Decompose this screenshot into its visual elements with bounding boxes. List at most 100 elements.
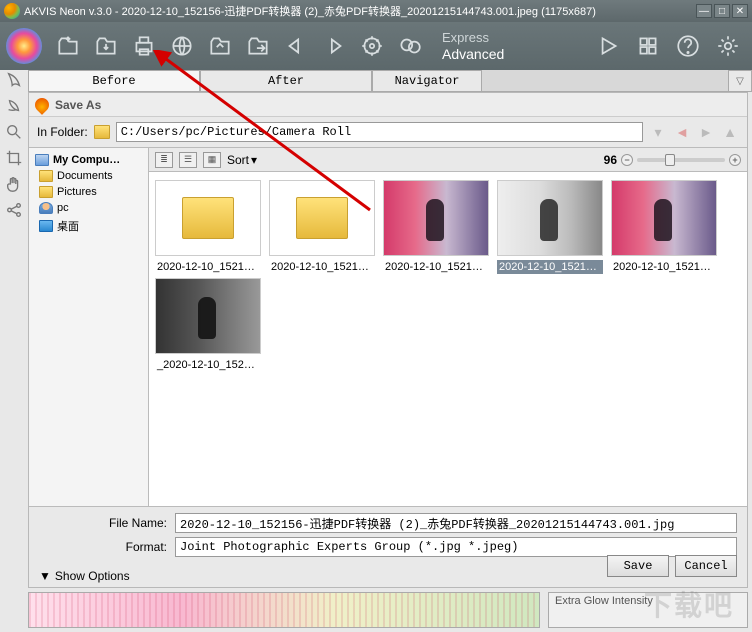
sidebar-item-user[interactable]: pc xyxy=(31,200,146,216)
nav-up-button[interactable]: ▲ xyxy=(721,123,739,141)
file-caption: 2020-12-10_15215… xyxy=(497,260,603,274)
in-folder-label: In Folder: xyxy=(37,125,88,139)
folder-dropdown-button[interactable]: ▾ xyxy=(649,123,667,141)
mode-express[interactable]: Express xyxy=(442,30,504,46)
dialog-title-bar: Save As xyxy=(29,93,747,117)
file-caption: 2020-12-10_15215… xyxy=(155,260,261,274)
files-panel: ≣ ☰ ▦ Sort▾ 96 − + 2020-12-10_15215…2020… xyxy=(149,148,747,506)
file-browser: My Compu… Documents Pictures pc 桌面 ≣ ☰ ▦… xyxy=(29,147,747,506)
view-icons-button[interactable]: ▦ xyxy=(203,152,221,168)
settings-button[interactable] xyxy=(710,28,746,64)
thumb-zoom: 96 − + xyxy=(604,153,741,167)
view-tabs: Before After Navigator ▽ xyxy=(28,70,752,92)
print-button[interactable] xyxy=(126,28,162,64)
file-thumb xyxy=(155,278,261,354)
folder-icon xyxy=(39,170,53,182)
save-button[interactable] xyxy=(88,28,124,64)
file-item[interactable]: 2020-12-10_15215… xyxy=(611,180,717,274)
footer: Extra Glow Intensity xyxy=(28,592,748,628)
nav-fwd-button[interactable]: ► xyxy=(697,123,715,141)
file-thumb xyxy=(611,180,717,256)
import-button[interactable] xyxy=(202,28,238,64)
batch-button[interactable] xyxy=(392,28,428,64)
chevron-down-icon: ▼ xyxy=(39,569,51,583)
app-logo-icon xyxy=(4,3,20,19)
user-icon xyxy=(39,202,53,214)
file-item[interactable]: 2020-12-10_15215… xyxy=(383,180,489,274)
zoom-thumb[interactable] xyxy=(665,154,675,166)
folder-row: In Folder: ▾ ◄ ► ▲ xyxy=(29,117,747,147)
save-as-dialog: Save As In Folder: ▾ ◄ ► ▲ My Compu… Doc… xyxy=(28,92,748,588)
file-caption: 2020-12-10_15215… xyxy=(269,260,375,274)
sidebar-item-documents[interactable]: Documents xyxy=(31,168,146,184)
smudge-tool-icon[interactable] xyxy=(4,96,24,116)
run-button[interactable] xyxy=(354,28,390,64)
presets-button[interactable] xyxy=(630,28,666,64)
tab-after[interactable]: After xyxy=(200,70,372,91)
pointer-tool-icon[interactable] xyxy=(4,70,24,90)
format-input[interactable] xyxy=(175,537,737,557)
sidebar-item-computer[interactable]: My Compu… xyxy=(31,152,146,168)
share-tool-icon[interactable] xyxy=(4,200,24,220)
computer-icon xyxy=(35,154,49,166)
sidebar-item-pictures[interactable]: Pictures xyxy=(31,184,146,200)
places-sidebar: My Compu… Documents Pictures pc 桌面 xyxy=(29,148,149,506)
app-swirl-icon xyxy=(6,28,42,64)
file-thumb xyxy=(383,180,489,256)
main-toolbar: Express Advanced xyxy=(0,22,752,70)
file-grid[interactable]: 2020-12-10_15215… 2020-12-10_15215… 2020-1… xyxy=(149,172,747,506)
folder-icon xyxy=(39,186,53,198)
in-folder-input[interactable] xyxy=(116,122,643,142)
window-controls: — □ ✕ xyxy=(696,4,748,18)
help-button[interactable] xyxy=(670,28,706,64)
titlebar: AKVIS Neon v.3.0 - 2020-12-10_152156-迅捷P… xyxy=(0,0,752,22)
sidebar-item-desktop[interactable]: 桌面 xyxy=(31,216,146,236)
zoom-slider[interactable] xyxy=(637,158,725,162)
maximize-button[interactable]: □ xyxy=(714,4,730,18)
tab-before[interactable]: Before xyxy=(28,70,200,91)
file-item[interactable]: _2020-12-10_1521… xyxy=(155,278,261,372)
files-toolbar: ≣ ☰ ▦ Sort▾ 96 − + xyxy=(149,148,747,172)
file-caption: 2020-12-10_15215… xyxy=(383,260,489,274)
chevron-down-icon: ▾ xyxy=(251,153,257,167)
mode-switch[interactable]: Express Advanced xyxy=(442,30,504,62)
flame-icon xyxy=(32,95,52,115)
open-button[interactable] xyxy=(50,28,86,64)
file-item[interactable]: 2020-12-10_15215… xyxy=(497,180,603,274)
tab-navigator[interactable]: Navigator xyxy=(372,70,482,91)
view-detail-button[interactable]: ☰ xyxy=(179,152,197,168)
crop-tool-icon[interactable] xyxy=(4,148,24,168)
watermark: 下载吧 xyxy=(644,584,734,624)
file-thumb xyxy=(155,180,261,256)
file-name-label: File Name: xyxy=(39,516,167,530)
zoom-value: 96 xyxy=(604,153,617,167)
save-dialog-button[interactable]: Save xyxy=(607,555,669,577)
view-list-button[interactable]: ≣ xyxy=(155,152,173,168)
zoom-in-button[interactable]: + xyxy=(729,154,741,166)
file-name-input[interactable] xyxy=(175,513,737,533)
file-item[interactable]: 2020-12-10_15215… xyxy=(269,180,375,274)
file-item[interactable]: 2020-12-10_15215… xyxy=(155,180,261,274)
folder-icon xyxy=(94,125,110,139)
file-caption: _2020-12-10_1521… xyxy=(155,358,261,372)
cancel-dialog-button[interactable]: Cancel xyxy=(675,555,737,577)
zoom-out-button[interactable]: − xyxy=(621,154,633,166)
nav-back-button[interactable]: ◄ xyxy=(673,123,691,141)
format-label: Format: xyxy=(39,540,167,554)
undo-button[interactable] xyxy=(278,28,314,64)
export-button[interactable] xyxy=(240,28,276,64)
file-thumb xyxy=(497,180,603,256)
play-button[interactable] xyxy=(590,28,626,64)
tabs-collapse-button[interactable]: ▽ xyxy=(728,70,752,91)
redo-button[interactable] xyxy=(316,28,352,64)
close-button[interactable]: ✕ xyxy=(732,4,748,18)
prop-extra-glow-label: Extra Glow Intensity xyxy=(555,595,653,607)
dialog-title: Save As xyxy=(55,98,101,112)
left-tool-strip xyxy=(2,70,26,220)
sort-button[interactable]: Sort▾ xyxy=(227,153,257,167)
mode-advanced[interactable]: Advanced xyxy=(442,46,504,62)
zoom-tool-icon[interactable] xyxy=(4,122,24,142)
publish-button[interactable] xyxy=(164,28,200,64)
hand-tool-icon[interactable] xyxy=(4,174,24,194)
minimize-button[interactable]: — xyxy=(696,4,712,18)
